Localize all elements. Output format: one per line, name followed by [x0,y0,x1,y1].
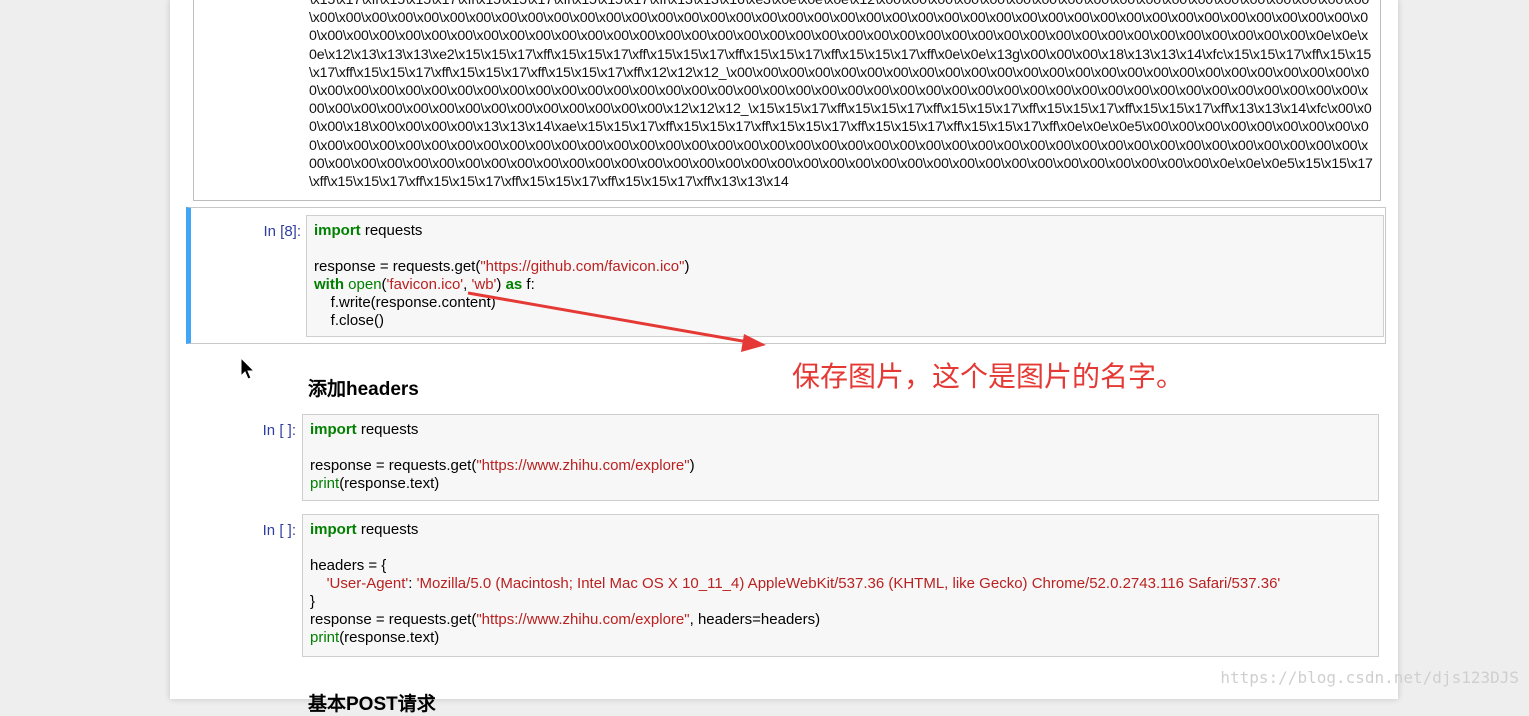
annotation-arrow-line [467,291,749,344]
watermark-text: https://blog.csdn.net/djs123DJS [1220,668,1519,687]
mouse-cursor-icon [240,356,256,380]
annotation-overlay [240,291,766,380]
annotation-arrow-head [741,334,766,352]
annotation-text: 保存图片，这个是图片的名字。 [792,360,1185,393]
